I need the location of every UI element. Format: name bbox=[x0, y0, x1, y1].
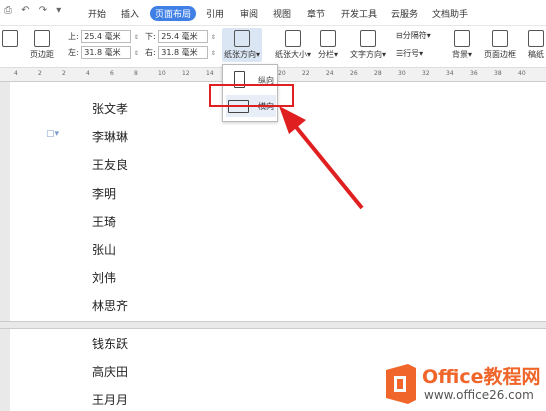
logo-url: www.office26.com bbox=[424, 388, 534, 402]
brand-logo: Office教程网 www.office26.com bbox=[382, 360, 546, 411]
annotation-arrow bbox=[279, 106, 364, 210]
logo-text: Office教程网 bbox=[422, 366, 541, 388]
office-logo-icon bbox=[386, 364, 416, 404]
